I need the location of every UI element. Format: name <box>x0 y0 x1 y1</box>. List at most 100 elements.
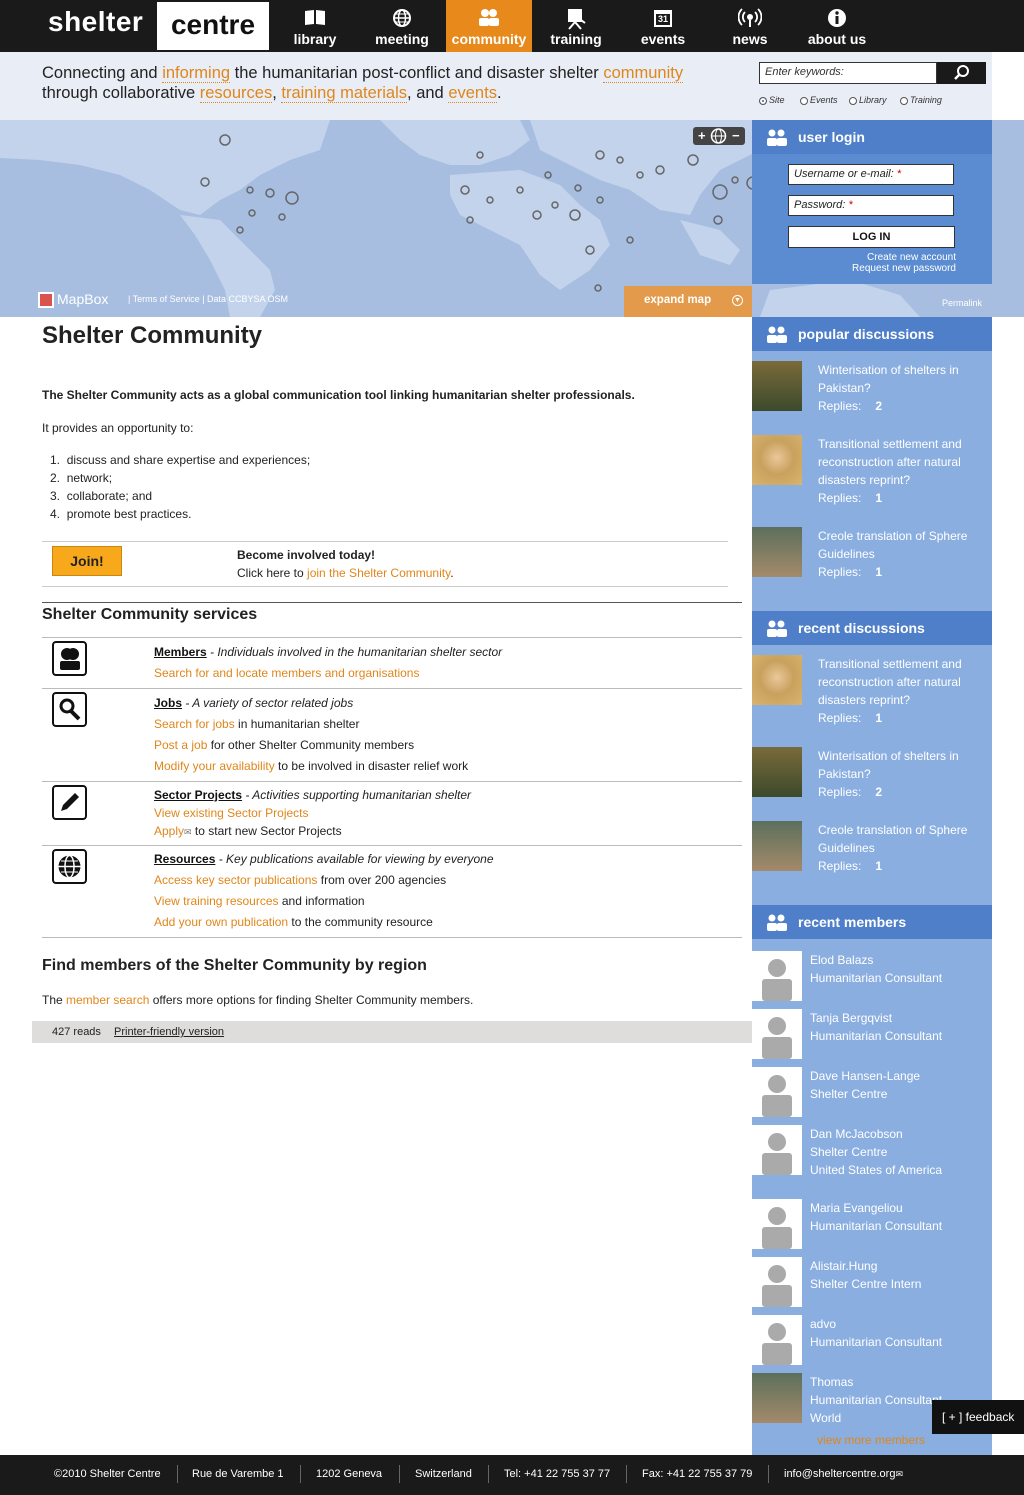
mapbox-logo[interactable]: MapBox <box>38 291 108 309</box>
recent-members-header: recent members <box>752 905 992 939</box>
add-publication-link[interactable]: Add your own publication <box>154 915 288 929</box>
nav-events[interactable]: 31 events <box>620 0 706 52</box>
create-account-link[interactable]: Create new account <box>867 252 956 263</box>
link-informing[interactable]: informing <box>162 64 231 83</box>
avatar-placeholder-icon[interactable] <box>752 1257 802 1307</box>
search-scope-events[interactable]: Events <box>800 95 838 105</box>
view-projects-link[interactable]: View existing Sector Projects <box>154 806 309 820</box>
discussion-title[interactable]: Creole translation of Sphere Guidelines <box>818 527 978 563</box>
permalink[interactable]: Permalink <box>942 298 982 308</box>
feedback-button[interactable]: [ + ] feedback <box>932 1400 1024 1434</box>
apply-link[interactable]: Apply <box>154 824 184 838</box>
avatar-placeholder-icon[interactable] <box>752 951 802 1001</box>
member-name[interactable]: Dave Hansen-Lange <box>810 1069 920 1083</box>
search-scope-library[interactable]: Library <box>849 95 887 105</box>
footer-separator <box>626 1465 627 1483</box>
search-scope-training[interactable]: Training <box>900 95 942 105</box>
join-button[interactable]: Join! <box>52 546 122 576</box>
post-job-link[interactable]: Post a job <box>154 738 207 752</box>
nav-community[interactable]: community <box>446 0 532 52</box>
username-field[interactable]: Username or e-mail: * <box>788 164 954 185</box>
login-button[interactable]: LOG IN <box>788 226 955 248</box>
discussion-title[interactable]: Winterisation of shelters in Pakistan? <box>818 747 978 783</box>
map-zoom-control[interactable]: + − <box>693 127 745 145</box>
avatar[interactable] <box>752 655 802 705</box>
logo-centre[interactable]: centre <box>157 2 269 50</box>
expand-map-button[interactable]: expand map ▼ <box>624 286 752 317</box>
logo-shelter[interactable]: shelter <box>48 6 143 38</box>
link-community[interactable]: community <box>603 64 684 83</box>
members-link[interactable]: Members <box>154 645 207 659</box>
avatar[interactable] <box>752 527 802 577</box>
member-search-link[interactable]: member search <box>66 993 149 1007</box>
member-name[interactable]: Maria Evangeliou <box>810 1201 903 1215</box>
avatar-placeholder-icon[interactable] <box>752 1315 802 1365</box>
intro-text: It provides an opportunity to: <box>42 421 194 435</box>
member-name[interactable]: Dan McJacobson <box>810 1127 903 1141</box>
view-training-resources-link[interactable]: View training resources <box>154 894 279 908</box>
discussion-title[interactable]: Transitional settlement and reconstructi… <box>818 655 978 709</box>
view-more-members-link[interactable]: view more members <box>817 1433 925 1447</box>
footer-email[interactable]: info@sheltercentre.org <box>784 1468 895 1480</box>
avatar-placeholder-icon[interactable] <box>752 1199 802 1249</box>
member-name[interactable]: advo <box>810 1317 836 1331</box>
request-password-link[interactable]: Request new password <box>852 263 956 274</box>
nav-label: library <box>293 31 337 47</box>
search-members-link[interactable]: Search for and locate members and organi… <box>154 666 419 680</box>
avatar[interactable] <box>752 1373 802 1423</box>
member-name[interactable]: Tanja Bergqvist <box>810 1011 892 1025</box>
link-resources[interactable]: resources <box>199 84 273 103</box>
panel-title: recent discussions <box>798 620 925 636</box>
map-terms-link[interactable]: | Terms of Service | Data CCBYSA OSM <box>128 294 288 304</box>
region-heading: Find members of the Shelter Community by… <box>42 957 427 974</box>
avatar[interactable] <box>752 747 802 797</box>
jobs-text: for other Shelter Community members <box>207 738 415 752</box>
search-jobs-link[interactable]: Search for jobs <box>154 717 235 731</box>
avatar-placeholder-icon[interactable] <box>752 1009 802 1059</box>
member-name[interactable]: Alistair.Hung <box>810 1259 877 1273</box>
member-location: United States of America <box>810 1163 943 1177</box>
link-training-materials[interactable]: training materials <box>281 84 408 103</box>
avatar-placeholder-icon[interactable] <box>752 1125 802 1175</box>
modify-availability-link[interactable]: Modify your availability <box>154 759 275 773</box>
people-icon <box>767 914 787 931</box>
link-events[interactable]: events <box>448 84 497 103</box>
member-name[interactable]: Thomas <box>810 1375 853 1389</box>
nav-training[interactable]: training <box>533 0 619 52</box>
divider <box>42 845 742 846</box>
globe-icon <box>52 849 87 884</box>
footer-country: Switzerland <box>415 1468 472 1480</box>
member-name[interactable]: Elod Balazs <box>810 953 873 967</box>
join-community-link[interactable]: join the Shelter Community <box>307 566 450 580</box>
avatar-placeholder-icon[interactable] <box>752 1067 802 1117</box>
access-publications-link[interactable]: Access key sector publications <box>154 873 317 887</box>
nav-library[interactable]: library <box>272 0 358 52</box>
discussion-title[interactable]: Creole translation of Sphere Guidelines <box>818 821 978 857</box>
join-text-post: . <box>450 566 454 580</box>
password-field[interactable]: Password: * <box>788 195 954 216</box>
discussion-title[interactable]: Transitional settlement and reconstructi… <box>818 435 978 489</box>
jobs-line: Search for jobs in humanitarian shelter <box>154 717 359 731</box>
jobs-link[interactable]: Jobs <box>154 696 182 710</box>
avatar[interactable] <box>752 361 802 411</box>
globe-icon[interactable] <box>710 128 727 148</box>
footer-email-link[interactable]: info@sheltercentre.org✉ <box>784 1468 903 1480</box>
nav-news[interactable]: news <box>707 0 793 52</box>
sector-projects-link[interactable]: Sector Projects <box>154 788 242 802</box>
avatar[interactable] <box>752 821 802 871</box>
nav-meeting[interactable]: meeting <box>359 0 445 52</box>
discussion-replies: Replies: 1 <box>818 711 882 725</box>
resources-service-title: Resources - Key publications available f… <box>154 852 494 866</box>
footer-separator <box>768 1465 769 1483</box>
avatar[interactable] <box>752 435 802 485</box>
zoom-out-button[interactable]: − <box>732 127 740 144</box>
projects-line: Apply✉ to start new Sector Projects <box>154 824 342 838</box>
nav-about-us[interactable]: about us <box>794 0 880 52</box>
resources-link[interactable]: Resources <box>154 852 215 866</box>
discussion-title[interactable]: Winterisation of shelters in Pakistan? <box>818 361 978 397</box>
zoom-in-button[interactable]: + <box>698 127 706 144</box>
search-input[interactable]: Enter keywords: <box>759 62 937 84</box>
search-scope-site[interactable]: Site <box>759 95 785 105</box>
search-button[interactable] <box>937 62 986 84</box>
printer-friendly-link[interactable]: Printer-friendly version <box>114 1026 224 1038</box>
